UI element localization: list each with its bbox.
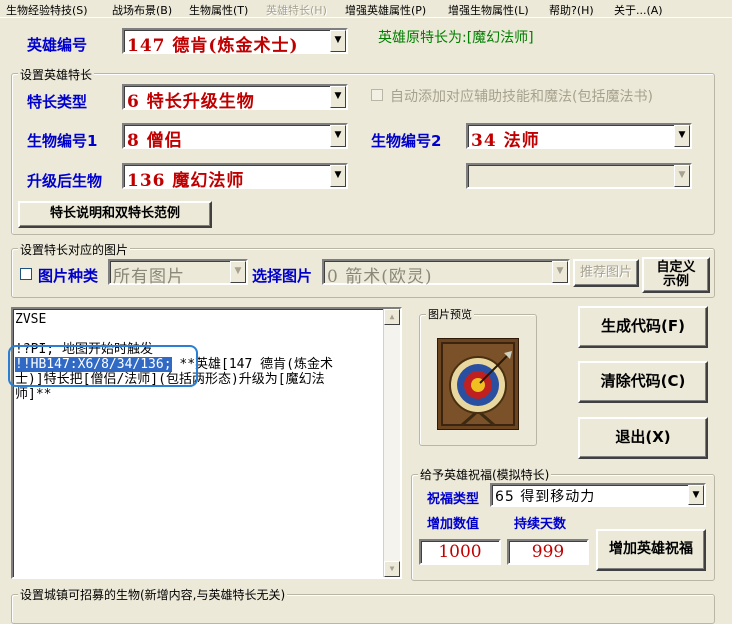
menu-battlefield[interactable]: 战场布景(B) xyxy=(112,2,172,18)
hero-select-value: 147 德肯(炼金术士) xyxy=(127,36,299,56)
preview-title: 图片预览 xyxy=(426,306,474,322)
upgrade-value: 136 魔幻法师 xyxy=(127,171,245,191)
custom-example-button[interactable]: 自定义 示例 xyxy=(642,257,710,293)
menu-about[interactable]: 关于...(A) xyxy=(614,2,663,18)
chevron-down-icon[interactable]: ▼ xyxy=(688,485,704,505)
editor-scrollbar[interactable]: ▲ ▼ xyxy=(383,309,400,577)
scroll-up-icon[interactable]: ▲ xyxy=(384,309,400,325)
days-input[interactable]: 999 xyxy=(507,539,589,565)
chevron-down-icon[interactable]: ▼ xyxy=(330,165,346,187)
image-category-label: 图片种类 xyxy=(38,267,99,285)
code-line-1: ZVSE xyxy=(15,312,47,327)
menu-hero-specialty[interactable]: 英雄特长(H) xyxy=(266,2,327,18)
chevron-down-icon[interactable]: ▼ xyxy=(330,86,346,108)
upgrade2-select[interactable]: ▼ xyxy=(466,163,692,189)
chevron-down-icon[interactable]: ▼ xyxy=(330,125,346,147)
specialty-group-title: 设置英雄特长 xyxy=(18,66,95,83)
scroll-down-icon[interactable]: ▼ xyxy=(384,561,400,577)
add-blessing-button[interactable]: 增加英雄祝福 xyxy=(596,529,706,571)
select-image-label: 选择图片 xyxy=(252,267,313,285)
menu-help[interactable]: 帮助?(H) xyxy=(549,2,594,18)
image-select[interactable]: 0 箭术(欧灵) ▼ xyxy=(322,259,570,287)
highlight-annotation xyxy=(8,345,198,387)
blessing-type-value: 65 得到移动力 xyxy=(495,489,596,505)
creature2-value: 34 法师 xyxy=(471,131,540,151)
image-category-checkbox[interactable] xyxy=(20,268,32,280)
blessing-type-label: 祝福类型 xyxy=(427,492,480,507)
auto-add-label: 自动添加对应辅助技能和魔法(包括魔法书) xyxy=(390,89,653,105)
archery-target-icon xyxy=(437,338,519,430)
code-line-5: 师]** xyxy=(15,387,52,402)
menu-hero-attr[interactable]: 增强英雄属性(P) xyxy=(345,2,426,18)
menu-enhance-creature[interactable]: 增强生物属性(L) xyxy=(448,2,529,18)
specialty-type-select[interactable]: 6 特长升级生物 ▼ xyxy=(122,84,348,112)
generate-code-button[interactable]: 生成代码(F) xyxy=(578,306,708,348)
town-group-title: 设置城镇可招募的生物(新增内容,与英雄特长无关) xyxy=(18,586,288,603)
creature1-value: 8 僧侣 xyxy=(127,131,183,151)
chevron-down-icon[interactable]: ▼ xyxy=(330,30,346,52)
custom-button-line1: 自定义 xyxy=(656,260,696,275)
clear-code-button[interactable]: 清除代码(C) xyxy=(578,361,708,403)
creature1-label: 生物编号1 xyxy=(27,132,98,150)
custom-button-line2: 示例 xyxy=(662,274,689,289)
creature2-label: 生物编号2 xyxy=(371,132,442,150)
specialty-help-button[interactable]: 特长说明和双特长范例 xyxy=(18,201,212,228)
menu-creature-exp[interactable]: 生物经验特技(S) xyxy=(6,2,88,18)
chevron-down-icon[interactable]: ▼ xyxy=(552,261,568,283)
recommend-image-button[interactable]: 推荐图片 xyxy=(573,259,639,287)
menu-bar: 生物经验特技(S) 战场布景(B) 生物属性(T) 英雄特长(H) 增强英雄属性… xyxy=(0,0,732,18)
chevron-down-icon[interactable]: ▼ xyxy=(674,165,690,187)
chevron-down-icon[interactable]: ▼ xyxy=(674,125,690,147)
hero-select[interactable]: 147 德肯(炼金术士) ▼ xyxy=(122,28,348,56)
days-label: 持续天数 xyxy=(514,517,567,532)
exit-button[interactable]: 退出(X) xyxy=(578,417,708,459)
amount-input[interactable]: 1000 xyxy=(419,539,501,565)
blessing-group-title: 给予英雄祝福(模拟特长) xyxy=(418,466,552,483)
menu-creature-attr[interactable]: 生物属性(T) xyxy=(189,2,248,18)
amount-label: 增加数值 xyxy=(427,517,480,532)
upgrade-label: 升级后生物 xyxy=(27,172,103,190)
original-specialty-text: 英雄原特长为:[魔幻法师] xyxy=(378,30,534,46)
upgrade-select[interactable]: 136 魔幻法师 ▼ xyxy=(122,163,348,191)
specialty-type-value: 6 特长升级生物 xyxy=(127,92,255,112)
auto-add-checkbox[interactable] xyxy=(371,89,383,101)
chevron-down-icon[interactable]: ▼ xyxy=(230,261,246,283)
hero-label: 英雄编号 xyxy=(27,36,88,54)
blessing-type-select[interactable]: 65 得到移动力 ▼ xyxy=(490,483,706,507)
specialty-type-label: 特长类型 xyxy=(27,93,88,111)
image-category-value: 所有图片 xyxy=(113,267,185,287)
image-category-select[interactable]: 所有图片 ▼ xyxy=(108,259,248,287)
creature1-select[interactable]: 8 僧侣 ▼ xyxy=(122,123,348,151)
creature2-select[interactable]: 34 法师 ▼ xyxy=(466,123,692,151)
image-select-value: 0 箭术(欧灵) xyxy=(327,267,433,287)
image-group-title: 设置特长对应的图片 xyxy=(18,241,131,258)
